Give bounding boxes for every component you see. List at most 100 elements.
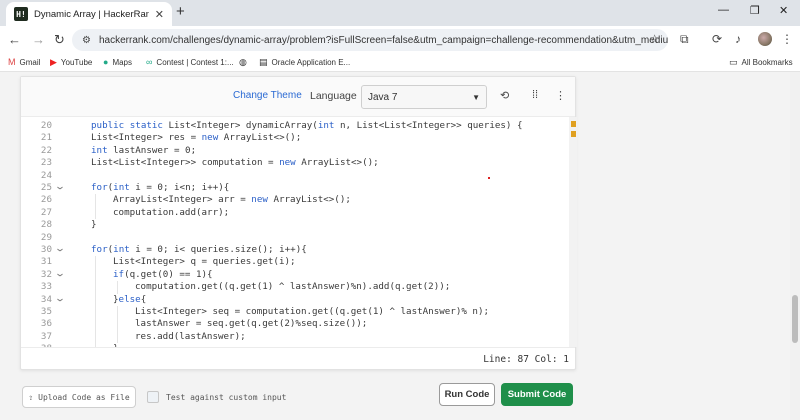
line-number: 34 [40, 293, 52, 305]
code-line[interactable]: 24 [21, 170, 569, 182]
editor-footer: Line: 87 Col: 1 [21, 347, 575, 371]
language-select[interactable]: Java 7 ▼ [361, 85, 487, 109]
history-icon[interactable]: ⟲ [500, 89, 509, 102]
code-line[interactable]: 37 res.add(lastAnswer); [21, 331, 569, 343]
bookmark-youtube[interactable]: ▶ YouTube [50, 57, 92, 68]
fold-chevron-icon[interactable]: ❯ [54, 248, 66, 252]
sync-icon[interactable]: ⟳ [712, 32, 722, 46]
code-text: }else{ [113, 293, 147, 305]
code-line[interactable]: 31 List<Integer> q = queries.get(i); [21, 256, 569, 268]
reload-icon[interactable]: ↻ [54, 32, 65, 48]
fold-chevron-icon[interactable]: ❯ [54, 297, 66, 301]
code-text: computation.get((q.get(1) ^ lastAnswer)%… [135, 281, 451, 293]
hackerrank-favicon-icon: H! [14, 7, 28, 21]
code-line[interactable]: 20 public static List<Integer> dynamicArr… [21, 120, 569, 132]
all-bookmarks[interactable]: ▭ All Bookmarks [729, 57, 793, 68]
code-line[interactable]: 32 ❯ if(q.get(0) == 1){ [21, 269, 569, 281]
bookmark-oracle[interactable]: ▤ Oracle Application E... [259, 57, 350, 68]
code-text: for(int i = 0; i< queries.size(); i++){ [91, 244, 307, 255]
line-number: 27 [40, 206, 52, 218]
bookmark-maps[interactable]: ● Maps [103, 57, 132, 67]
close-window-icon[interactable]: ✕ [779, 4, 788, 17]
code-text: ArrayList<Integer> arr = new ArrayList<>… [113, 194, 351, 206]
close-tab-icon[interactable]: ✕ [155, 8, 164, 21]
line-number: 26 [40, 194, 52, 206]
code-line[interactable]: 21 List<Integer> res = new ArrayList<>(); [21, 132, 569, 144]
line-number: 22 [40, 144, 52, 156]
folder-icon: ▭ [729, 57, 738, 67]
line-number: 25 [40, 182, 52, 193]
code-line[interactable]: 30 ❯ for(int i = 0; i< queries.size(); i++… [21, 244, 569, 256]
restore-icon[interactable]: ❐ [750, 4, 760, 17]
minimize-icon[interactable]: — [718, 4, 729, 16]
address-bar[interactable]: ⚙ hackerrank.com/challenges/dynamic-arra… [72, 29, 668, 51]
page-scrollbar[interactable] [790, 72, 800, 420]
custom-input-label: Test against custom input [166, 393, 287, 402]
new-tab-icon[interactable]: + [176, 3, 185, 20]
kebab-menu-icon[interactable]: ⋮ [555, 89, 566, 102]
page-icon: ▤ [259, 57, 268, 67]
media-icon[interactable]: ♪ [735, 32, 741, 46]
code-text: public static List<Integer> dynamicArray… [91, 120, 523, 131]
code-line[interactable]: 35 List<Integer> seq = computation.get((q… [21, 306, 569, 318]
code-line[interactable]: 33 computation.get((q.get(1) ^ lastAnswer… [21, 281, 569, 293]
browser-toolbar: ← → ↻ ⚙ hackerrank.com/challenges/dynami… [0, 26, 800, 54]
gmail-icon: M [8, 57, 16, 67]
extensions-icon[interactable]: ⧉ [680, 32, 689, 47]
fold-chevron-icon[interactable]: ❯ [54, 186, 66, 190]
code-line[interactable]: 36 lastAnswer = seq.get(q.get(2)%seq.size… [21, 318, 569, 330]
line-number: 32 [40, 268, 52, 280]
code-line[interactable]: 26 ArrayList<Integer> arr = new ArrayList… [21, 194, 569, 206]
arrow-left-icon[interactable]: ← [8, 32, 21, 47]
upload-label: Upload Code as File [38, 392, 130, 402]
code-text: int lastAnswer = 0; [91, 144, 197, 156]
run-code-button[interactable]: Run Code [439, 383, 495, 406]
editor-scrollbar[interactable] [569, 117, 577, 347]
site-info-icon[interactable]: ⚙ [82, 35, 91, 46]
profile-avatar[interactable] [758, 32, 772, 46]
drag-handle-icon[interactable]: ⁞⁞ [532, 89, 538, 101]
code-line[interactable]: 27 computation.add(arr); [21, 207, 569, 219]
bookmark-gmail[interactable]: M Gmail [8, 57, 40, 67]
bookmark-globe[interactable]: ◍ [239, 57, 247, 68]
arrow-right-icon[interactable]: → [32, 32, 45, 47]
upload-code-button[interactable]: ⇪ Upload Code as File [22, 386, 136, 408]
code-text: List<Integer> res = new ArrayList<>(); [91, 132, 302, 144]
indent-guide [117, 281, 118, 294]
code-text: lastAnswer = seq.get(q.get(2)%seq.size()… [135, 318, 368, 330]
line-number: 37 [40, 330, 52, 342]
language-label: Language [310, 90, 357, 102]
line-number: 29 [40, 231, 52, 243]
code-line[interactable]: 29 [21, 232, 569, 244]
indent-guide [117, 306, 118, 344]
line-number: 35 [40, 306, 52, 317]
line-number: 23 [40, 157, 52, 169]
custom-input-checkbox[interactable] [147, 391, 159, 403]
chevron-down-icon: ▼ [472, 92, 480, 102]
change-theme-link[interactable]: Change Theme [233, 90, 302, 101]
code-area[interactable]: 20 public static List<Integer> dynamicArr… [21, 117, 569, 347]
line-number: 33 [40, 281, 52, 293]
code-line[interactable]: 23 List<List<Integer>> computation = new … [21, 157, 569, 169]
globe-icon: ◍ [239, 57, 247, 67]
url-text: hackerrank.com/challenges/dynamic-array/… [98, 34, 668, 46]
code-line[interactable]: 34 ❯ }else{ [21, 294, 569, 306]
code-line[interactable]: 28} [21, 219, 569, 231]
code-text: computation.add(arr); [113, 206, 230, 218]
chrome-menu-icon[interactable]: ⋮ [781, 32, 793, 46]
code-line[interactable]: 22 int lastAnswer = 0; [21, 145, 569, 157]
line-number: 31 [40, 256, 52, 268]
page-scrollbar-thumb[interactable] [792, 295, 798, 343]
code-text: List<Integer> seq = computation.get((q.g… [135, 306, 490, 317]
star-icon[interactable]: ☆ [649, 32, 660, 46]
line-number: 36 [40, 318, 52, 330]
submit-code-button[interactable]: Submit Code [501, 383, 573, 406]
contest-icon: ∞ [146, 57, 153, 67]
code-text: if(q.get(0) == 1){ [113, 268, 213, 280]
bookmark-contest[interactable]: ∞ Contest | Contest 1:... [146, 57, 234, 67]
indent-guide [95, 256, 96, 347]
tab-dynamic-array[interactable]: H! Dynamic Array | HackerRank ✕ [6, 2, 172, 26]
scroll-marker [571, 121, 576, 127]
code-line[interactable]: 25 ❯ for(int i = 0; i<n; i++){ [21, 182, 569, 194]
fold-chevron-icon[interactable]: ❯ [54, 273, 66, 277]
